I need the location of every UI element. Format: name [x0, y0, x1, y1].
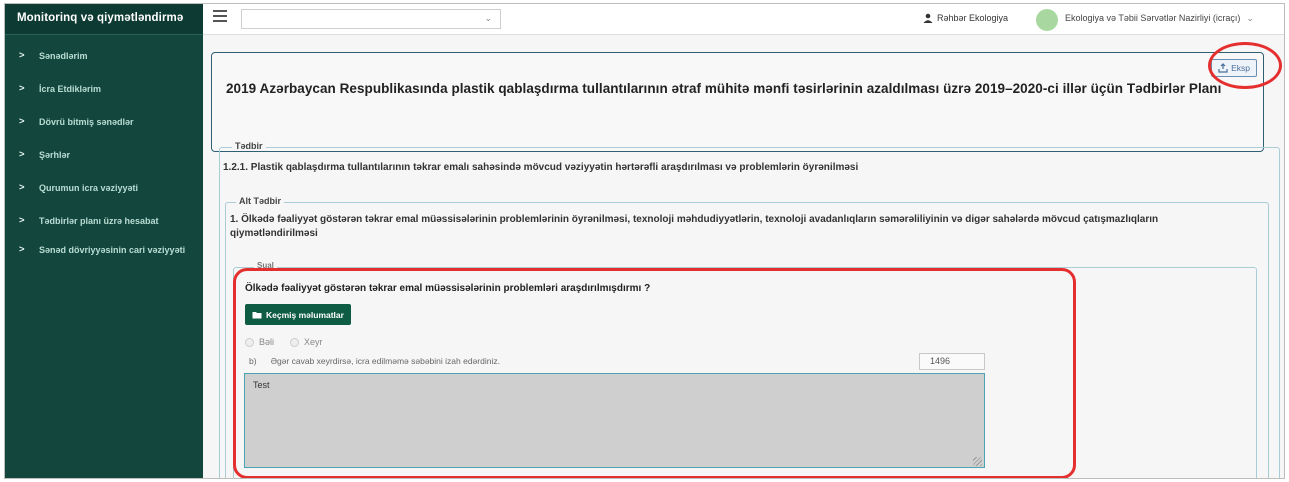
prompt-letter: b) [249, 356, 257, 366]
history-button-label: Keçmiş məlumatlar [266, 309, 344, 320]
export-button[interactable]: Eksp [1211, 59, 1257, 77]
explain-prompt: b) Əgər cavab xeyrdirsə, icra edilməmə sə… [249, 356, 500, 366]
chevron-right-icon: > [19, 215, 25, 226]
chevron-right-icon: > [19, 244, 25, 255]
history-button[interactable]: Keçmiş məlumatlar [245, 304, 351, 325]
sidebar-item-senedlerim[interactable]: > Sənədlərim [5, 50, 203, 63]
sidebar-item-label: Qurumun icra vəziyyəti [39, 183, 139, 193]
radio-yes[interactable]: Bəli [245, 337, 274, 347]
top-select-dropdown[interactable]: ⌄ [241, 9, 501, 29]
sidebar: Monitorinq və qiymətləndirmə > Sənədləri… [5, 4, 203, 478]
sidebar-item-label: İcra Etdiklərim [39, 84, 102, 94]
export-icon [1218, 63, 1228, 73]
sidebar-item-label: Sənədlərim [39, 51, 88, 61]
prompt-text: Əgər cavab xeyrdirsə, icra edilməmə səbə… [270, 356, 500, 366]
ministry-selector[interactable]: Ekologiya və Təbii Sərvətlər Nazirliyi (… [1065, 13, 1254, 24]
avatar[interactable] [1036, 9, 1058, 31]
plan-title-panel: Eksp 2019 Azərbaycan Respublikasında pla… [211, 52, 1264, 152]
sidebar-item-label: Dövrü bitmiş sənədlər [39, 117, 134, 127]
app-frame: Monitorinq və qiymətləndirmə > Sənədləri… [4, 3, 1285, 479]
ministry-label: Ekologiya və Təbii Sərvətlər Nazirliyi (… [1065, 13, 1241, 23]
export-button-label: Eksp [1231, 63, 1250, 73]
tedbir-legend: Tədbir [232, 141, 266, 151]
sidebar-item-label: Tədbirlər planı üzrə hesabat [39, 216, 159, 226]
chevron-right-icon: > [19, 83, 25, 94]
sual-legend: Sual [254, 261, 277, 270]
page-title: 2019 Azərbaycan Respublikasında plastik … [226, 81, 1222, 96]
user-icon [923, 13, 933, 23]
tedbir-text: 1.2.1. Plastik qablaşdırma tullantıların… [223, 162, 859, 173]
folder-icon [252, 311, 262, 318]
sidebar-item-qurumun-icra[interactable]: > Qurumun icra vəziyyəti [5, 182, 203, 195]
user-role[interactable]: Rəhbər Ekologiya [923, 13, 1008, 23]
radio-yes-label: Bəli [259, 337, 275, 347]
sidebar-item-icra-etdiklerim[interactable]: > İcra Etdiklərim [5, 83, 203, 96]
alt-tedbir-legend: Alt Tədbir [236, 196, 284, 206]
sidebar-item-dovru-bitmis[interactable]: > Dövrü bitmiş sənədlər [5, 116, 203, 129]
radio-circle-icon [245, 337, 254, 347]
chevron-right-icon: > [19, 50, 25, 61]
sidebar-item-tedbirler-plani[interactable]: > Tədbirlər planı üzrə hesabat [5, 215, 203, 228]
chevron-right-icon: > [19, 149, 25, 160]
radio-no-label: Xeyr [304, 337, 323, 347]
alt-tedbir-text: 1. Ölkədə fəaliyyət göstərən təkrar emal… [230, 214, 1159, 239]
sidebar-brand: Monitorinq və qiymətləndirmə [5, 4, 203, 35]
top-bar: ⌄ Rəhbər Ekologiya Ekologiya və Təbii Sə… [203, 4, 1284, 35]
char-counter: 1496 [919, 353, 985, 370]
chevron-right-icon: > [19, 116, 25, 127]
resize-handle-icon[interactable] [973, 457, 982, 466]
sidebar-menu: > Sənədlərim > İcra Etdiklərim > Dövrü b… [5, 35, 203, 257]
answer-textarea[interactable]: Test [244, 373, 985, 468]
question-text: Ölkədə fəaliyyət göstərən təkrar emal mü… [245, 283, 651, 294]
user-role-label: Rəhbər Ekologiya [937, 13, 1009, 23]
chevron-down-icon: ⌄ [1246, 13, 1254, 23]
chevron-down-icon: ⌄ [484, 13, 492, 23]
sidebar-item-label: Şərhlər [39, 150, 71, 160]
radio-no[interactable]: Xeyr [290, 337, 323, 347]
sidebar-item-label: Sənəd dövriyyəsinin cari vəziyyəti [39, 245, 186, 255]
radio-circle-icon [290, 337, 299, 347]
sidebar-item-serhler[interactable]: > Şərhlər [5, 149, 203, 162]
sidebar-item-sened-dovriyyesi[interactable]: > Sənəd dövriyyəsinin cari vəziyyəti [5, 244, 203, 257]
chevron-right-icon: > [19, 182, 25, 193]
hamburger-menu-icon[interactable] [213, 10, 227, 24]
